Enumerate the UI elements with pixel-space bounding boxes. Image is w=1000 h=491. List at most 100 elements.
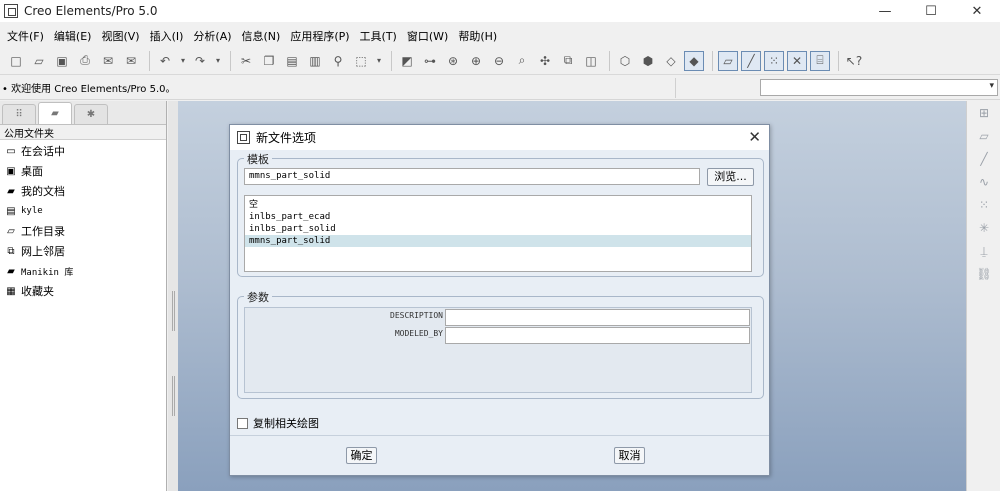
copy-icon[interactable]: ❐ — [259, 51, 279, 71]
csys-tool-icon[interactable]: ✳ — [971, 217, 997, 239]
menu-window[interactable]: 窗口(W) — [402, 28, 453, 44]
menu-analysis[interactable]: 分析(A) — [188, 28, 236, 44]
annotation-icon[interactable]: ⌸ — [810, 50, 830, 71]
navigator-tabs: ⠿ ▰ ✱ — [0, 101, 166, 125]
tab-favorites[interactable]: ✱ — [74, 104, 108, 124]
wireframe-icon[interactable]: ⬡ — [615, 51, 635, 71]
paste-icon[interactable]: ▤ — [282, 51, 302, 71]
dialog-divider — [230, 435, 769, 436]
regenerate-icon[interactable]: ◩ — [397, 51, 417, 71]
csys-icon[interactable]: ✕ — [787, 50, 807, 71]
shading-icon[interactable]: ◆ — [684, 50, 704, 71]
template-item-inlbs-part-ecad[interactable]: inlbs_part_ecad — [245, 211, 751, 223]
tab-folder-browser[interactable]: ▰ — [38, 102, 72, 124]
status-divider — [675, 78, 676, 98]
sketch-tool-icon[interactable]: ⊞ — [971, 102, 997, 124]
main-toolbar: □ ▱ ▣ ⎙ ✉ ✉ ↶ ▾ ↷ ▾ ✂ ❐ ▤ ▥ ⚲ ⬚ ▾ ◩ ⊶ ⊛ … — [0, 47, 1000, 75]
redo-icon[interactable]: ↷ — [190, 51, 210, 71]
folder-item-desktop[interactable]: ▣ 桌面 — [0, 161, 166, 181]
zoom-in-icon[interactable]: ⊕ — [466, 51, 486, 71]
menu-file[interactable]: 文件(F) — [2, 28, 49, 44]
datum-axis-tool-icon[interactable]: ╱ — [971, 148, 997, 170]
folder-item-kyle[interactable]: ▤ kyle — [0, 201, 166, 221]
datum-curve-tool-icon[interactable]: ∿ — [971, 171, 997, 193]
open-icon[interactable]: ▱ — [29, 51, 49, 71]
template-item-empty[interactable]: 空 — [245, 199, 751, 211]
whats-this-icon[interactable]: ↖? — [844, 51, 864, 71]
app-icon — [4, 4, 18, 18]
checkbox-box[interactable] — [237, 417, 248, 429]
filter-dropdown[interactable]: ▾ — [760, 79, 998, 96]
find-icon[interactable]: ⚲ — [328, 51, 348, 71]
undo-icon[interactable]: ↶ — [155, 51, 175, 71]
menu-tools[interactable]: 工具(T) — [355, 28, 402, 44]
datum-planes-icon[interactable]: ▱ — [718, 50, 738, 71]
menu-insert[interactable]: 插入(I) — [145, 28, 189, 44]
datum-point-tool-icon[interactable]: ⁙ — [971, 194, 997, 216]
cut-icon[interactable]: ✂ — [236, 51, 256, 71]
template-input[interactable]: mmns_part_solid — [244, 168, 700, 185]
folder-list: ▭ 在会话中 ▣ 桌面 ▰ 我的文档 ▤ kyle ▱ 工作目录 ⧉ 网上邻居 … — [0, 140, 166, 301]
toolbar-separator — [391, 50, 392, 71]
browse-button[interactable]: 浏览... — [707, 168, 754, 186]
layers-icon[interactable]: ◫ — [581, 51, 601, 71]
saved-views-icon[interactable]: ⧉ — [558, 51, 578, 71]
close-icon[interactable]: ✕ — [748, 128, 761, 146]
maximize-button[interactable]: ☐ — [908, 0, 954, 22]
refit-icon[interactable]: ⌕ — [512, 51, 532, 71]
folder-item-working-directory[interactable]: ▱ 工作目录 — [0, 221, 166, 241]
close-button[interactable]: ✕ — [954, 0, 1000, 22]
folder-item-in-session[interactable]: ▭ 在会话中 — [0, 141, 166, 161]
template-item-mmns-part-solid[interactable]: mmns_part_solid — [245, 235, 751, 247]
navigator-sash[interactable] — [168, 101, 178, 491]
chevron-down-icon[interactable]: ▾ — [178, 51, 188, 71]
folder-item-network[interactable]: ⧉ 网上邻居 — [0, 241, 166, 261]
datum-display-icon[interactable]: ⊛ — [443, 51, 463, 71]
menu-view[interactable]: 视图(V) — [96, 28, 144, 44]
chevron-down-icon[interactable]: ▾ — [374, 51, 384, 71]
ok-button[interactable]: 确定 — [346, 447, 377, 464]
menu-edit[interactable]: 编辑(E) — [49, 28, 97, 44]
chevron-down-icon[interactable]: ▾ — [213, 51, 223, 71]
manikin-library-icon: ▰ — [7, 265, 15, 277]
template-item-inlbs-part-solid[interactable]: inlbs_part_solid — [245, 223, 751, 235]
tab-model-tree[interactable]: ⠿ — [2, 104, 36, 124]
folder-item-my-documents[interactable]: ▰ 我的文档 — [0, 181, 166, 201]
menu-info[interactable]: 信息(N) — [237, 28, 286, 44]
datum-axes-icon[interactable]: ╱ — [741, 50, 761, 71]
email-icon[interactable]: ✉ — [98, 51, 118, 71]
minimize-button[interactable]: — — [862, 0, 908, 22]
folder-item-manikin-library[interactable]: ▰ Manikin 库 — [0, 261, 166, 281]
parameter-row: MODELED_BY — [245, 327, 753, 344]
select-box-icon[interactable]: ⬚ — [351, 51, 371, 71]
copy-drawing-checkbox[interactable]: 复制相关绘图 — [237, 415, 319, 431]
folder-label: 收藏夹 — [21, 285, 54, 298]
datum-points-icon[interactable]: ⁙ — [764, 50, 784, 71]
new-icon[interactable]: □ — [6, 51, 26, 71]
menu-help[interactable]: 帮助(H) — [453, 28, 502, 44]
parameters-table: DESCRIPTION MODELED_BY — [244, 307, 752, 393]
folder-item-favorites[interactable]: ▦ 收藏夹 — [0, 281, 166, 301]
paste-special-icon[interactable]: ▥ — [305, 51, 325, 71]
description-field[interactable] — [445, 309, 750, 326]
datum-plane-tool-icon[interactable]: ▱ — [971, 125, 997, 147]
cancel-button[interactable]: 取消 — [614, 447, 645, 464]
template-list[interactable]: 空 inlbs_part_ecad inlbs_part_solid mmns_… — [244, 195, 752, 272]
email-link-icon[interactable]: ✉ — [121, 51, 141, 71]
sash-grip[interactable] — [172, 376, 175, 416]
zoom-out-icon[interactable]: ⊖ — [489, 51, 509, 71]
no-hidden-icon[interactable]: ◇ — [661, 51, 681, 71]
regen-manager-icon[interactable]: ⊶ — [420, 51, 440, 71]
reorient-icon[interactable]: ✣ — [535, 51, 555, 71]
analysis-tool-icon[interactable]: ⍊ — [971, 240, 997, 262]
sash-grip[interactable] — [172, 291, 175, 331]
modeled-by-field[interactable] — [445, 327, 750, 344]
toolbar-separator — [838, 50, 839, 71]
hidden-line-icon[interactable]: ⬢ — [638, 51, 658, 71]
folder-label: Manikin 库 — [21, 267, 74, 278]
menu-applications[interactable]: 应用程序(P) — [285, 28, 354, 44]
print-icon[interactable]: ⎙ — [75, 51, 95, 71]
chain-tool-icon[interactable]: ⛓ — [971, 263, 997, 285]
network-icon: ⧉ — [7, 245, 15, 257]
save-icon[interactable]: ▣ — [52, 51, 72, 71]
